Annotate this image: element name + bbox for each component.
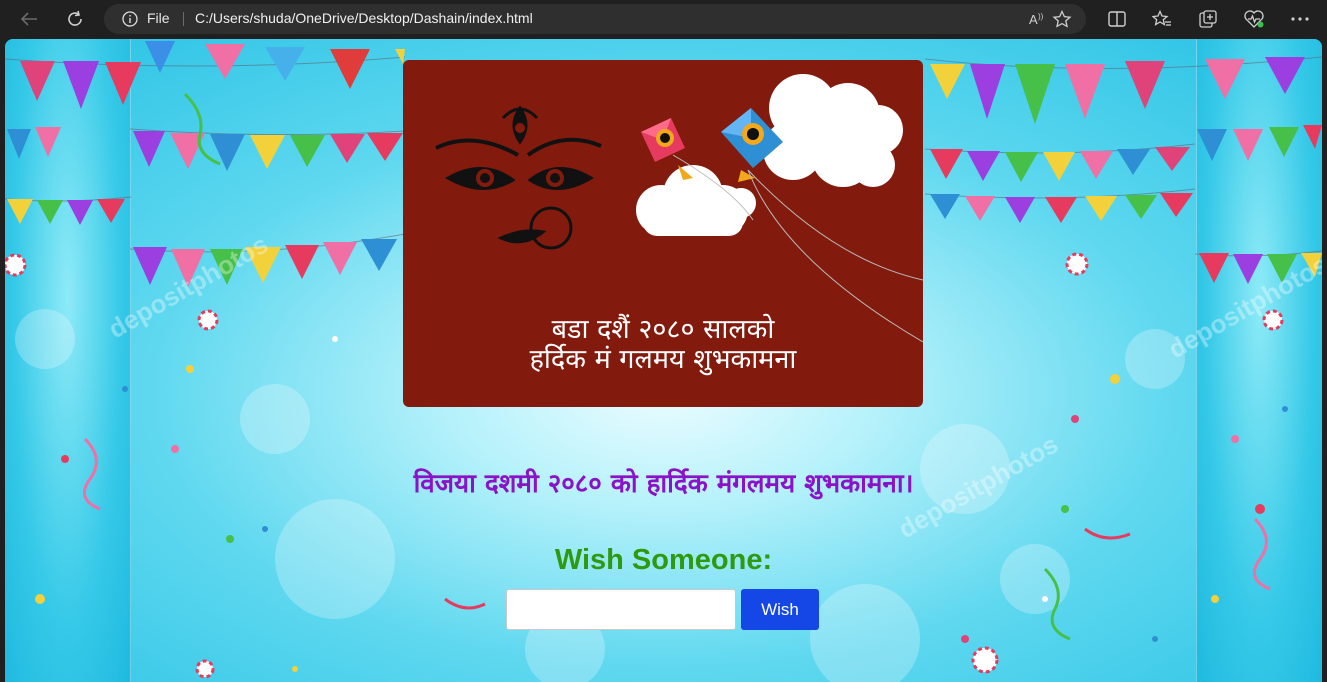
durga-face-icon — [435, 105, 602, 250]
wish-button[interactable]: Wish — [741, 589, 819, 630]
back-arrow-icon[interactable] — [14, 6, 44, 32]
name-input[interactable] — [506, 589, 736, 630]
url-text[interactable]: C:/Users/shuda/OneDrive/Desktop/Dashain/… — [195, 10, 533, 26]
address-bar[interactable]: File C:/Users/shuda/OneDrive/Desktop/Das… — [104, 4, 1086, 34]
collections-icon[interactable] — [1197, 8, 1219, 30]
card-line-1: बडा दशैं २०८० सालको — [551, 314, 775, 345]
wish-form-heading: Wish Someone: — [554, 544, 773, 576]
scheme-label: File — [147, 10, 170, 26]
svg-text:A: A — [1029, 12, 1038, 27]
dashami-greeting-message: विजया दशमी २०८० को हार्दिक मंगलमय शुभकाम… — [413, 469, 914, 499]
svg-text:depositphotos: depositphotos — [103, 229, 273, 345]
card-line-2: हर्दिक मं गलमय शुभकामना — [529, 344, 797, 375]
svg-text:)): )) — [1038, 12, 1044, 21]
more-menu-icon[interactable] — [1289, 8, 1311, 30]
reload-icon[interactable] — [60, 6, 90, 32]
card-greeting-text: बडा दशैं २०८० सालको हर्दिक मं गलमय शुभका… — [403, 315, 923, 375]
info-icon[interactable] — [122, 11, 138, 27]
favorites-icon[interactable] — [1151, 8, 1173, 30]
address-separator — [183, 12, 184, 26]
favorite-star-icon[interactable] — [1052, 10, 1072, 28]
page-viewport: depositphotos depositphotos depositphoto… — [5, 39, 1322, 682]
dashain-greeting-card: बडा दशैं २०८० सालको हर्दिक मं गलमय शुभका… — [403, 60, 923, 407]
read-aloud-icon[interactable]: A)) — [1028, 10, 1048, 28]
split-screen-icon[interactable] — [1106, 8, 1128, 30]
browser-toolbar: File C:/Users/shuda/OneDrive/Desktop/Das… — [0, 0, 1327, 38]
browser-essentials-icon[interactable] — [1243, 8, 1265, 30]
